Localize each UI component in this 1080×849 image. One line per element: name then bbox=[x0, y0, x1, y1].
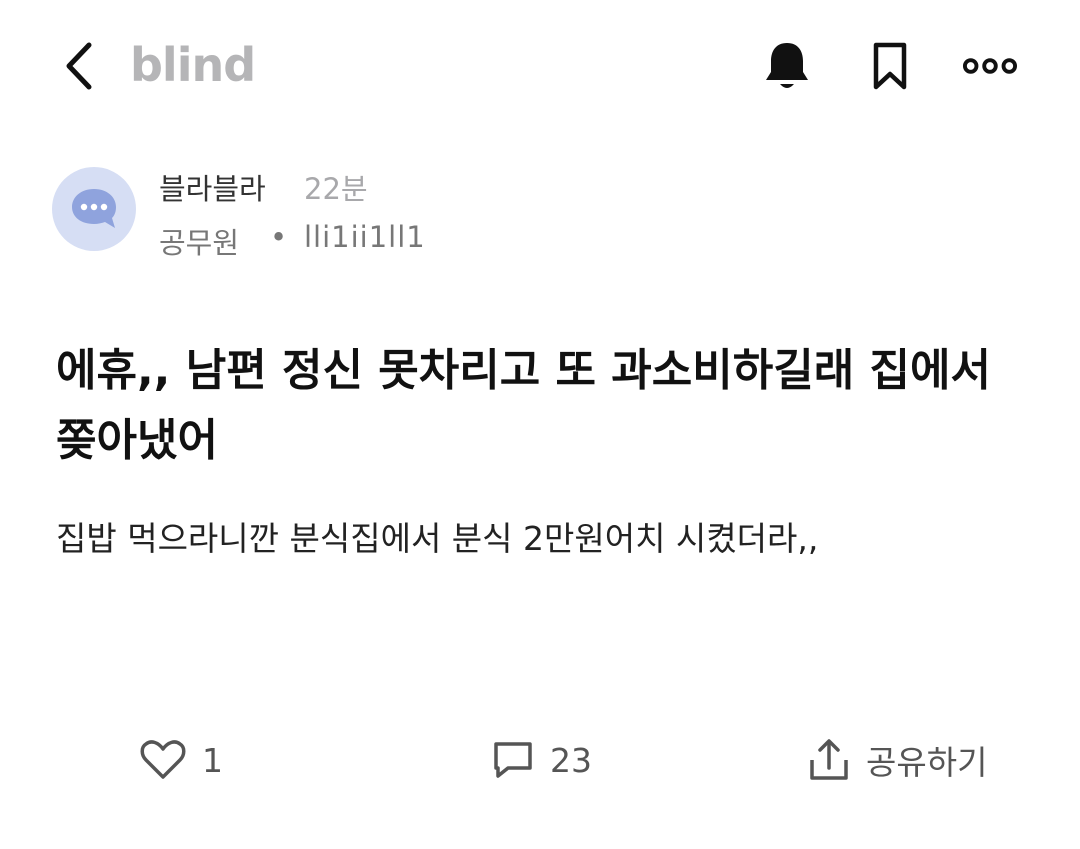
blind-logo[interactable]: blind bbox=[130, 38, 256, 92]
notification-button[interactable] bbox=[759, 36, 815, 96]
share-icon bbox=[810, 739, 848, 780]
like-button[interactable]: 1 bbox=[140, 730, 223, 790]
share-label: 공유하기 bbox=[866, 743, 988, 782]
heart-icon bbox=[140, 740, 186, 779]
post-body: 집밥 먹으라니깐 분식집에서 분식 2만원어치 시켰더라,, bbox=[56, 519, 819, 558]
comment-count: 23 bbox=[550, 740, 592, 780]
like-count: 1 bbox=[202, 740, 223, 780]
bookmark-icon bbox=[873, 42, 907, 90]
author-name[interactable]: 블라블라 bbox=[159, 166, 266, 208]
more-options-button[interactable] bbox=[962, 36, 1018, 96]
back-button[interactable] bbox=[56, 40, 100, 92]
chat-bubble-icon bbox=[72, 189, 116, 228]
bookmark-button[interactable] bbox=[862, 36, 918, 96]
share-button[interactable]: 공유하기 bbox=[808, 730, 987, 790]
author-id: lli1ii1ll1 bbox=[304, 220, 426, 254]
top-bar: blind bbox=[0, 0, 1080, 130]
comment-icon bbox=[494, 742, 532, 778]
avatar[interactable] bbox=[52, 167, 136, 251]
author-info: 블라블라 22분 공무원 • lli1ii1ll1 bbox=[52, 165, 752, 265]
post-title: 에휴,, 남편 정신 못차리고 또 과소비하길래 집에서 쫒아냈어 bbox=[56, 345, 991, 466]
back-arrow-icon bbox=[66, 42, 92, 90]
more-icon bbox=[962, 58, 1018, 74]
bell-icon bbox=[766, 43, 808, 88]
post-time: 22분 bbox=[304, 172, 368, 206]
comment-button[interactable]: 23 bbox=[492, 730, 592, 790]
author-company[interactable]: 공무원 bbox=[159, 220, 239, 262]
action-bar: 1 23 공유하기 bbox=[0, 730, 1080, 790]
separator-dot: • bbox=[270, 220, 288, 254]
